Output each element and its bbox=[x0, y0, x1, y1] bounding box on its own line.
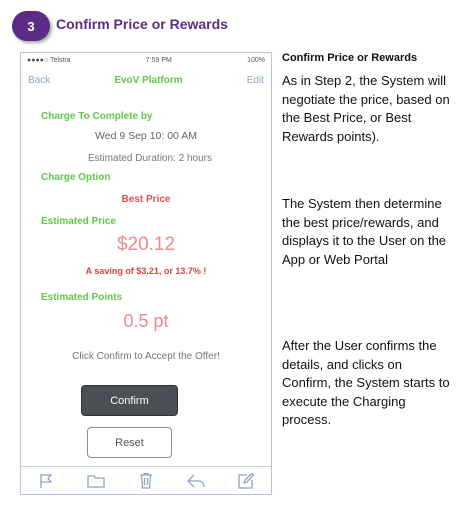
charge-to-complete-label: Charge To Complete by bbox=[41, 111, 153, 122]
estimated-points-label: Estimated Points bbox=[41, 292, 123, 303]
app-title: EvoV Platform bbox=[114, 74, 183, 86]
reset-button[interactable]: Reset bbox=[87, 427, 172, 458]
status-bar: ●●●●○ Telstra 7:59 PM 100% bbox=[21, 53, 271, 67]
charge-datetime: Wed 9 Sep 10: 00 AM bbox=[95, 130, 197, 142]
estimated-duration: Estimated Duration: 2 hours bbox=[88, 153, 212, 164]
compose-icon[interactable] bbox=[236, 471, 256, 491]
accept-instruction: Click Confirm to Accept the Offer! bbox=[72, 351, 220, 362]
side-heading: Confirm Price or Rewards bbox=[282, 52, 418, 64]
estimated-price-value: $20.12 bbox=[116, 234, 176, 255]
charge-option-value: Best Price bbox=[121, 194, 171, 205]
confirm-button[interactable]: Confirm bbox=[81, 385, 178, 416]
side-paragraph-1: As in Step 2, the System will negotiate … bbox=[282, 73, 450, 144]
reply-icon[interactable] bbox=[186, 471, 206, 491]
step-number-badge: 3 bbox=[12, 11, 50, 41]
side-paragraph-3: After the User confirms the details, and… bbox=[282, 338, 450, 427]
trash-icon[interactable] bbox=[136, 471, 156, 491]
phone-screen: ●●●●○ Telstra 7:59 PM 100% Back EvoV Pla… bbox=[20, 52, 272, 495]
edit-button[interactable]: Edit bbox=[247, 75, 264, 86]
charge-option-label: Charge Option bbox=[41, 172, 111, 183]
navigation-bar: Back EvoV Platform Edit bbox=[21, 67, 271, 93]
carrier-signal: ●●●●○ Telstra bbox=[27, 56, 71, 64]
estimated-points-value: 0.5 pt bbox=[123, 311, 169, 331]
back-button[interactable]: Back bbox=[28, 75, 50, 86]
folder-icon[interactable] bbox=[86, 471, 106, 491]
flag-icon[interactable] bbox=[36, 471, 56, 491]
step-title: Confirm Price or Rewards bbox=[56, 16, 228, 32]
bottom-toolbar bbox=[21, 466, 271, 494]
offer-details: Charge To Complete by Wed 9 Sep 10: 00 A… bbox=[21, 93, 271, 465]
saving-text: A saving of $3.21, or 13.7% ! bbox=[85, 266, 207, 276]
status-time: 7:59 PM bbox=[145, 56, 172, 64]
battery-level: 100% bbox=[247, 56, 265, 64]
estimated-price-label: Estimated Price bbox=[41, 216, 117, 227]
side-paragraph-2: The System then determine the best price… bbox=[282, 196, 447, 267]
